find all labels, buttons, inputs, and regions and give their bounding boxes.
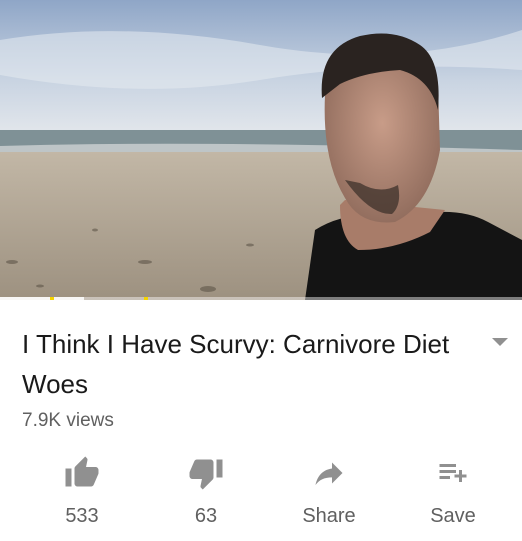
share-arrow-icon xyxy=(315,462,343,485)
action-bar: 533 63 Share Save xyxy=(0,451,522,531)
thumb-down-icon xyxy=(189,459,223,490)
dislike-button[interactable]: 63 xyxy=(156,451,256,531)
save-label: Save xyxy=(430,505,476,527)
video-frame xyxy=(0,0,522,300)
share-button[interactable]: Share xyxy=(279,451,379,531)
video-info: I Think I Have Scurvy: Carnivore Diet Wo… xyxy=(0,300,522,432)
video-title: I Think I Have Scurvy: Carnivore Diet Wo… xyxy=(22,329,450,399)
chevron-down-icon[interactable] xyxy=(488,330,512,354)
dislike-count: 63 xyxy=(194,505,218,527)
thumb-up-icon xyxy=(65,456,99,487)
playlist-add-icon xyxy=(439,464,467,482)
like-button[interactable]: 533 xyxy=(32,451,132,531)
save-button[interactable]: Save xyxy=(403,451,503,531)
share-label: Share xyxy=(302,505,356,527)
video-player[interactable] xyxy=(0,0,522,300)
like-count: 533 xyxy=(65,505,99,527)
view-count: 7.9K views xyxy=(22,410,114,431)
